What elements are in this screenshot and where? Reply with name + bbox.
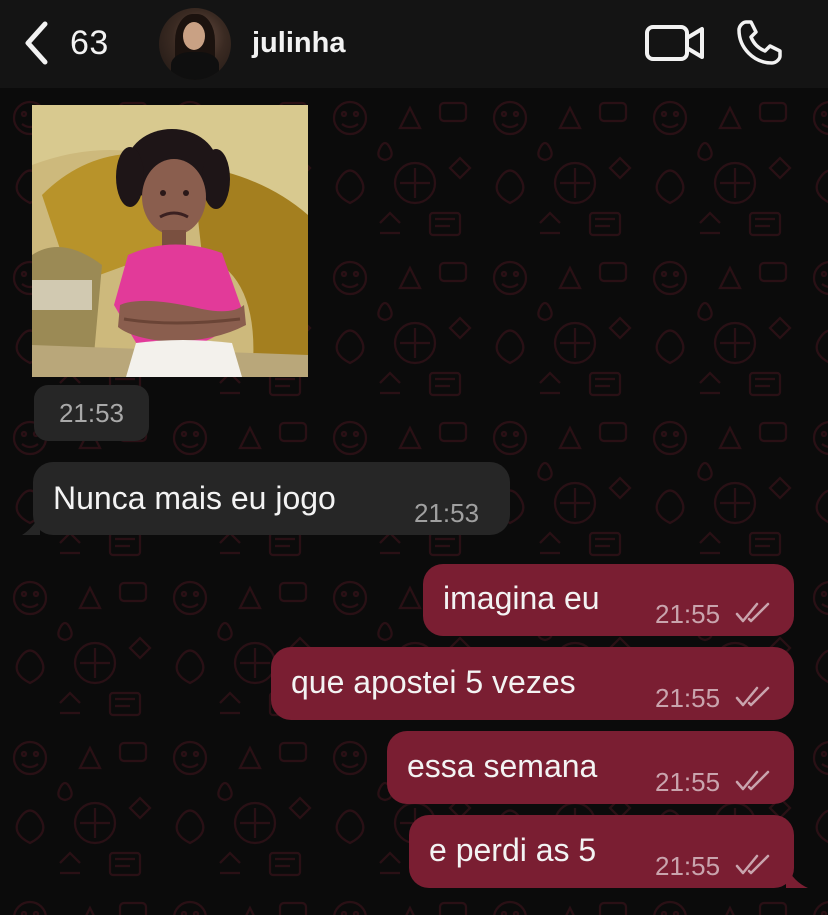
contact-avatar[interactable] [159,8,231,80]
image-message[interactable] [32,105,308,377]
message-time: 21:55 [655,767,721,797]
message-text: Nunca mais eu jogo [53,480,336,516]
voice-call-button[interactable] [734,18,784,73]
chevron-left-icon [25,21,48,65]
message-bubble-incoming[interactable]: Nunca mais eu jogo 21:53 [33,462,510,535]
image-timestamp: 21:53 [34,385,149,441]
chat-header: 63 julinha [0,0,828,88]
contact-name[interactable]: julinha [252,27,345,60]
message-bubble-outgoing[interactable]: essa semana 21:55 [387,731,794,804]
message-bubble-outgoing[interactable]: imagina eu 21:55 [423,564,794,636]
message-text: imagina eu [443,580,600,616]
video-call-button[interactable] [644,20,706,71]
photo-girl-crying [32,105,308,377]
message-text: e perdi as 5 [429,832,597,868]
double-check-icon [735,770,770,791]
message-time: 21:55 [655,851,721,881]
message-time: 21:55 [655,683,721,713]
message-text: que apostei 5 vezes [291,664,576,700]
message-bubble-outgoing[interactable]: que apostei 5 vezes 21:55 [271,647,794,720]
bubble-tail [786,866,808,888]
video-camera-icon [645,25,704,61]
message-bubble-outgoing[interactable]: e perdi as 5 21:55 [409,815,794,888]
message-text: essa semana [407,748,598,784]
double-check-icon [735,854,770,875]
chat-area[interactable]: 21:53 Nunca mais eu jogo 21:53 imagina e… [0,88,828,915]
message-time: 21:53 [414,498,480,528]
message-time: 21:55 [655,599,721,629]
double-check-icon [735,686,770,707]
back-button[interactable]: 63 [22,20,109,66]
double-check-icon [735,602,770,623]
phone-icon [737,20,782,65]
unread-count: 63 [70,23,109,62]
